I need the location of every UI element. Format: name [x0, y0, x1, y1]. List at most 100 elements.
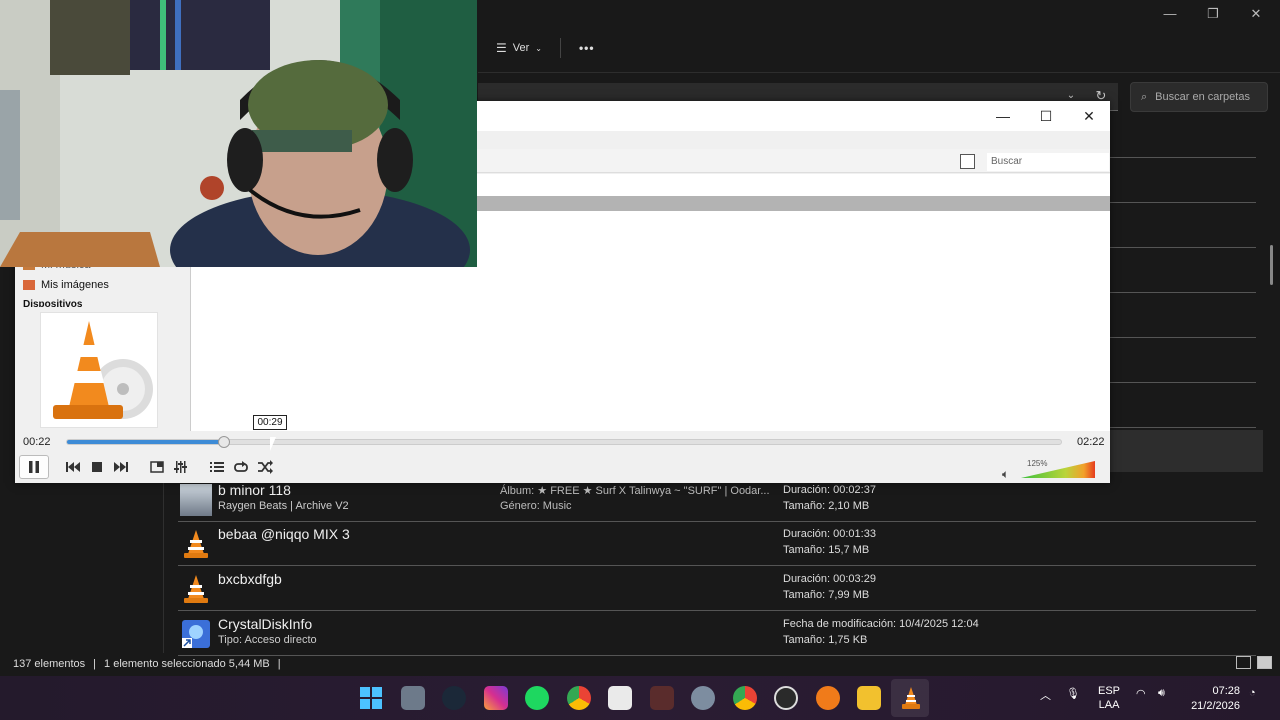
more-icon: •••: [578, 41, 595, 55]
file-subtitle: Raygen Beats | Archive V2: [218, 500, 349, 512]
playlist-button[interactable]: [207, 457, 227, 477]
file-modified: Fecha de modificación: 10/4/2025 12:04: [783, 618, 979, 630]
toolbar-divider-line: [478, 72, 1280, 73]
extended-settings-button[interactable]: [171, 457, 191, 477]
row-divider: [1110, 382, 1256, 383]
shuffle-icon: [258, 460, 273, 474]
camera-icon[interactable]: [401, 686, 425, 710]
chevron-down-icon: ⌄: [535, 43, 542, 53]
row-divider: [1110, 292, 1256, 293]
file-genre: Género: Music: [500, 500, 572, 512]
file-row[interactable]: bxcbxdfgb Duración: 00:03:29 Tamaño: 7,9…: [178, 567, 1256, 611]
sidebar-section-devices: Dispositivos: [23, 299, 82, 307]
stop-icon: [92, 462, 102, 472]
more-options-button[interactable]: •••: [579, 41, 595, 55]
chrome-icon[interactable]: [567, 686, 591, 710]
file-row[interactable]: bebaa @niqqo MIX 3 Duración: 00:01:33 Ta…: [178, 522, 1256, 566]
sidebar-section-label: Dispositivos: [23, 299, 83, 307]
toolbar-divider: [559, 38, 561, 58]
file-size: Tamaño: 2,10 MB: [783, 500, 870, 512]
microphone-icon[interactable]: 🎙︎: [1066, 687, 1080, 700]
fl-studio-icon[interactable]: [816, 686, 840, 710]
seek-handle[interactable]: [218, 436, 231, 448]
keyboard-layout: LAA: [1098, 699, 1120, 711]
restore-button[interactable]: ❐: [1193, 4, 1233, 24]
loop-icon: [234, 461, 248, 472]
file-album: Álbum: ★ FREE ★ Surf X Talinwya ~ "SURF"…: [500, 485, 770, 497]
seek-bar[interactable]: [66, 436, 1062, 448]
pause-button[interactable]: [19, 455, 49, 479]
images-icon: [23, 280, 35, 290]
webcam-overlay: [0, 0, 477, 267]
speaker-icon[interactable]: 🔊︎: [1158, 687, 1165, 700]
vlc-icon[interactable]: [899, 686, 923, 710]
game-icon[interactable]: [650, 686, 674, 710]
view-toggle: [1236, 656, 1272, 669]
file-name: bxcbxdfgb: [218, 571, 282, 587]
pause-icon: [29, 461, 39, 473]
file-name: b minor 118: [218, 482, 291, 498]
loop-button[interactable]: [231, 457, 251, 477]
row-divider: [1110, 427, 1256, 428]
item-count: 137 elementos: [13, 658, 86, 670]
status-separator: |: [277, 658, 281, 670]
wifi-icon[interactable]: ◠: [1136, 687, 1146, 700]
previous-icon: [66, 462, 80, 472]
row-divider: [1110, 202, 1256, 203]
webcam-feed-image: [0, 0, 477, 267]
file-row[interactable]: CrystalDiskInfo Tipo: Acceso directo Fec…: [178, 612, 1256, 656]
chrome-icon[interactable]: [733, 686, 757, 710]
file-size: Tamaño: 7,99 MB: [783, 589, 870, 601]
shuffle-button[interactable]: [255, 457, 275, 477]
file-size: Tamaño: 15,7 MB: [783, 544, 870, 556]
file-subtitle: Tipo: Acceso directo: [218, 634, 317, 646]
file-duration: Duración: 00:03:29: [783, 573, 876, 585]
language-indicator[interactable]: ESP LAA: [1098, 684, 1120, 712]
clock-date: 21/2/2026: [1191, 700, 1240, 712]
selected-row[interactable]: [1110, 430, 1263, 472]
volume-icon[interactable]: 🔈︎: [1002, 467, 1009, 482]
status-bar: 137 elementos | 1 elemento seleccionado …: [13, 656, 281, 672]
stop-button[interactable]: [87, 457, 107, 477]
store-icon[interactable]: [608, 686, 632, 710]
image-thumbnail-icon: [180, 484, 212, 516]
row-divider: [1110, 337, 1256, 338]
clock[interactable]: 07:28 21/2/2026: [1182, 684, 1240, 714]
previous-button[interactable]: [63, 457, 83, 477]
settings-icon[interactable]: [691, 686, 715, 710]
volume-percent: 125%: [1027, 459, 1048, 468]
view-menu-button[interactable]: ☰ Ver ⌄: [496, 41, 542, 55]
minimize-button[interactable]: —: [1150, 4, 1190, 24]
windows-start-icon[interactable]: [359, 686, 383, 710]
view-list-icon: ☰: [496, 41, 507, 55]
sidebar-item-images[interactable]: Mis imágenes: [23, 279, 109, 291]
notification-icon[interactable]: ◔: [1249, 687, 1256, 699]
chevron-up-icon[interactable]: ︿: [1040, 687, 1051, 703]
scrollbar-thumb[interactable]: [1270, 245, 1273, 285]
next-button[interactable]: [111, 457, 131, 477]
search-placeholder: Buscar en carpetas: [1155, 91, 1250, 103]
close-button[interactable]: ✕: [1236, 4, 1276, 24]
file-row[interactable]: b minor 118 Raygen Beats | Archive V2 Ál…: [178, 478, 1256, 522]
playlist-search-input[interactable]: Buscar: [987, 153, 1109, 171]
minimize-button[interactable]: —: [989, 106, 1017, 126]
close-button[interactable]: ✕: [1075, 106, 1103, 126]
steam-icon[interactable]: [442, 686, 466, 710]
fullscreen-button[interactable]: [147, 457, 167, 477]
shortcut-icon: [182, 620, 210, 648]
row-divider: [1110, 247, 1256, 248]
sidebar-item-label: Mis imágenes: [41, 279, 109, 291]
vlc-cone-disc-icon: [53, 321, 153, 419]
details-view-icon[interactable]: [1236, 656, 1251, 669]
search-input[interactable]: ⌕ Buscar en carpetas: [1130, 82, 1268, 112]
file-name: bebaa @niqqo MIX 3: [218, 526, 350, 542]
instagram-icon[interactable]: [484, 686, 508, 710]
playlist-view-icon[interactable]: [960, 154, 975, 169]
seek-bar-progress: [67, 440, 225, 444]
maximize-button[interactable]: ☐: [1032, 106, 1060, 126]
spotify-icon[interactable]: [525, 686, 549, 710]
obs-icon[interactable]: [774, 686, 798, 710]
tiles-view-icon[interactable]: [1257, 656, 1272, 669]
file-explorer-icon[interactable]: [857, 686, 881, 710]
explorer-toolbar: ☰ Ver ⌄ •••: [496, 34, 595, 62]
